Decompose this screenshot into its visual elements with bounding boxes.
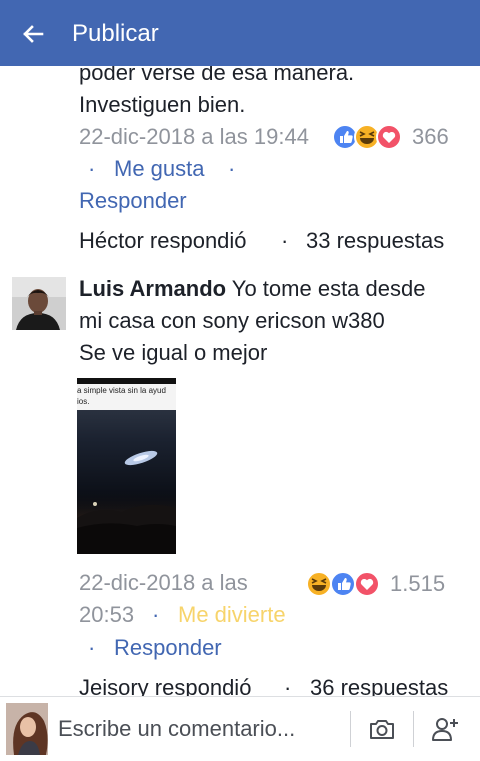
comment-text-line: Investiguen bien. [79, 92, 246, 117]
top-bar: Publicar [0, 0, 480, 66]
reply-link[interactable]: Responder [114, 632, 222, 664]
reply-link[interactable]: Responder [79, 185, 187, 217]
comment-input[interactable] [58, 711, 346, 747]
arrow-left-icon [23, 25, 44, 43]
page-title: Publicar [72, 20, 159, 47]
comment-timestamp[interactable]: 22-dic-2018 a las 19:44 [79, 121, 309, 153]
separator-dot: · [228, 156, 236, 181]
divider [350, 711, 351, 747]
love-reaction-icon [376, 124, 402, 150]
back-button[interactable] [18, 20, 48, 48]
separator-dot: · [152, 602, 160, 627]
comment-text-line: mi casa con sony ericson w380 [79, 308, 385, 333]
like-link[interactable]: Me gusta [114, 153, 205, 185]
separator-dot: · [88, 635, 96, 660]
like-reaction-icon [330, 571, 356, 597]
separator-dot: · [281, 228, 289, 253]
tag-person-button[interactable] [428, 713, 462, 745]
reaction-summary[interactable]: 366 [332, 121, 449, 153]
reaction-count: 366 [412, 124, 449, 149]
comment-text-line: Luis Armando Yo tome esta desde [79, 276, 426, 301]
attached-photo[interactable]: a simple vista sin la ayud ios. [77, 378, 176, 554]
reaction-link[interactable]: Me divierte [178, 599, 286, 631]
reaction-count: 1.515 [390, 571, 446, 596]
divider [413, 711, 414, 747]
reaction-icons [306, 571, 380, 597]
avatar [6, 703, 48, 755]
comment-timestamp[interactable]: 22-dic-2018 a las [79, 567, 248, 599]
separator-dot: · [88, 156, 96, 181]
comments-list[interactable]: poder verse de esa manera. Investiguen b… [0, 66, 480, 696]
replies-count[interactable]: 33 respuestas [306, 225, 444, 257]
reaction-summary[interactable]: 1.515 [306, 568, 445, 600]
replies-author[interactable]: Héctor respondió [79, 225, 247, 257]
like-reaction-icon [332, 124, 358, 150]
add-person-icon [432, 718, 458, 741]
replies-author[interactable]: Jeisory respondió [79, 672, 251, 696]
separator-dot: · [284, 675, 292, 696]
camera-icon [370, 720, 394, 739]
camera-button[interactable] [365, 713, 399, 745]
avatar[interactable] [12, 277, 66, 330]
comment-text-line: poder verse de esa manera. [79, 66, 355, 85]
comment-author[interactable]: Luis Armando [79, 276, 226, 301]
love-reaction-icon [354, 571, 380, 597]
comment-composer [0, 696, 480, 761]
haha-reaction-icon [354, 124, 380, 150]
comment-timestamp[interactable]: 20:53 [79, 599, 134, 631]
reaction-icons [332, 124, 402, 150]
comment-text-line: Se ve igual o mejor [79, 340, 268, 365]
attached-photo-caption: a simple vista sin la ayud ios. [77, 386, 166, 406]
replies-count[interactable]: 36 respuestas [310, 672, 448, 696]
haha-reaction-icon [306, 571, 332, 597]
